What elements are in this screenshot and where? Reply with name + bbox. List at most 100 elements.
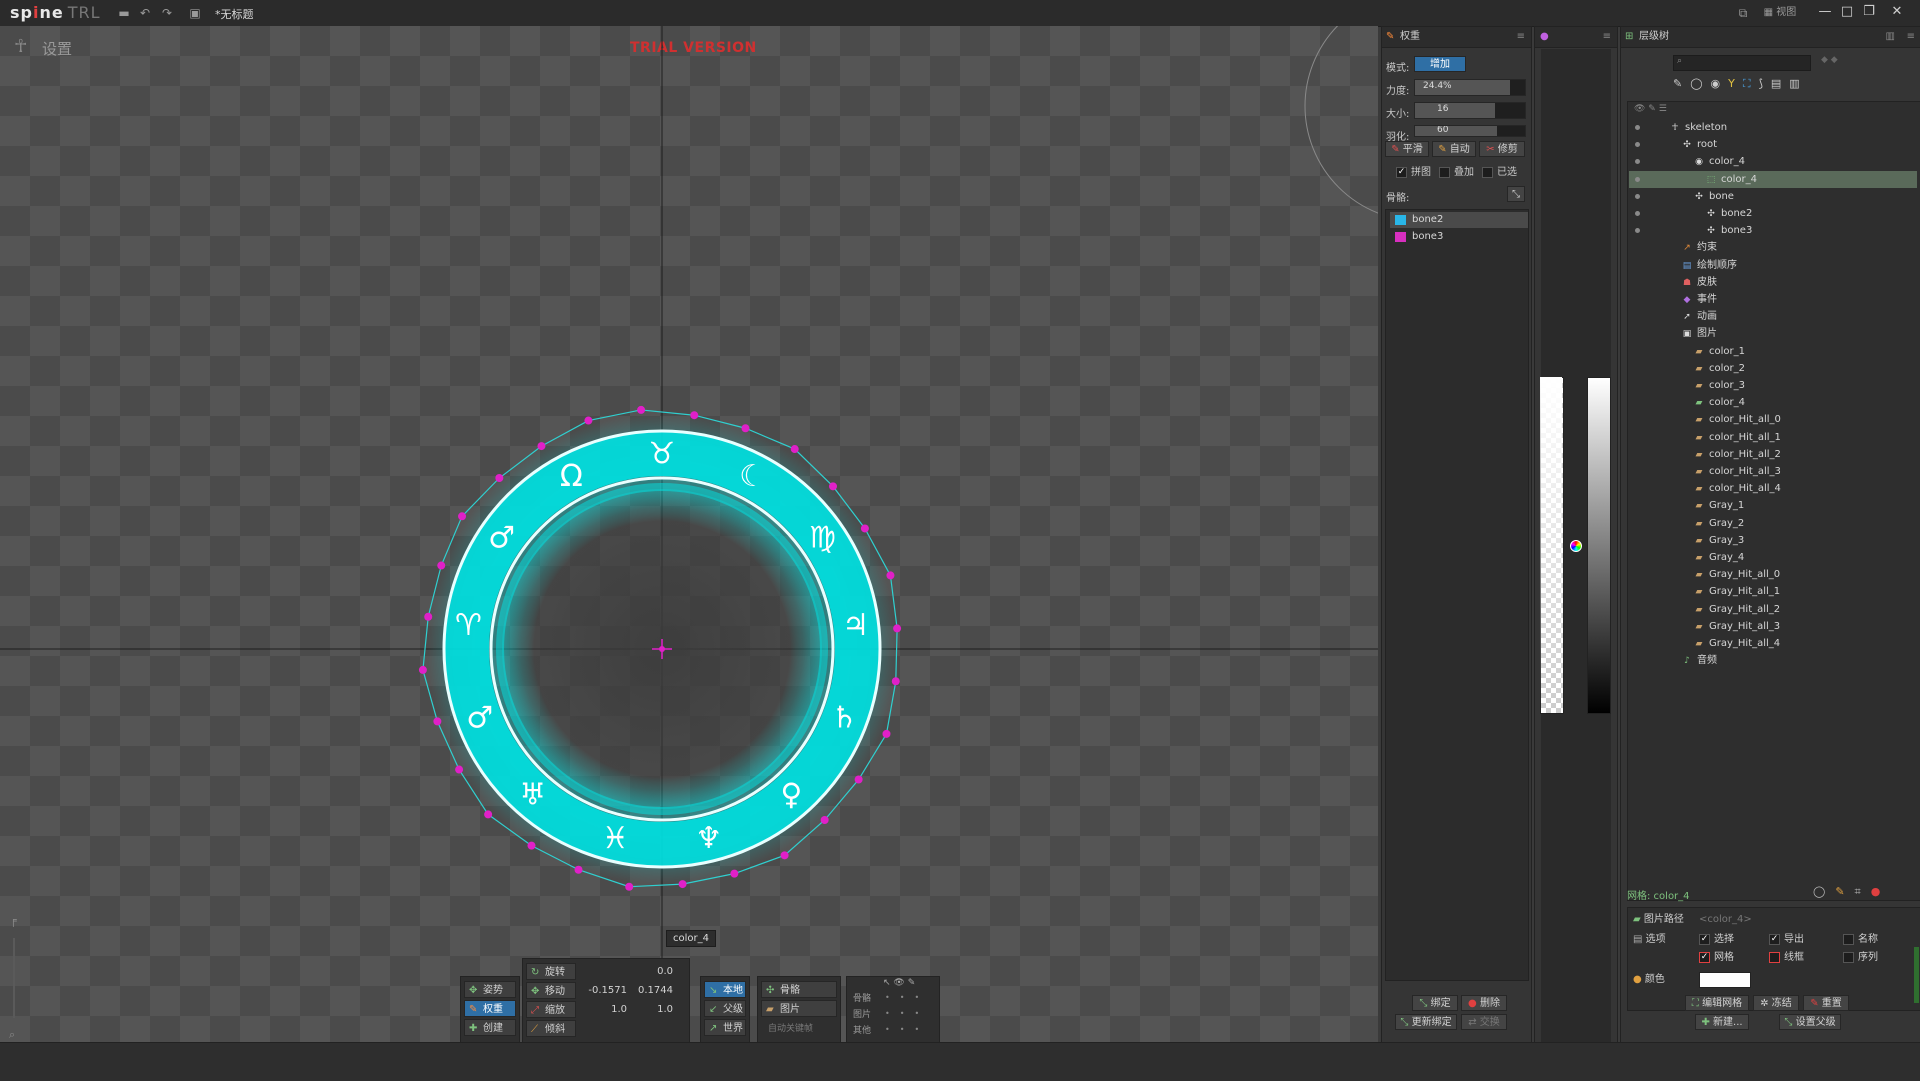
bone-list-item-bone3[interactable]: bone3 [1390,229,1528,245]
filter-slot-icon[interactable]: ◯ [1690,77,1710,90]
mesh-vertex[interactable] [574,865,583,874]
mesh-vertex[interactable] [741,424,750,433]
auto-key-label[interactable]: 自动关键帧 [768,1021,813,1034]
shear-button[interactable]: ⟋ 倾斜 [526,1020,576,1037]
visibility-dot-icon[interactable] [1635,211,1640,216]
tree-item-[interactable]: ♪ 音频 [1681,652,1717,669]
tree-item-gray_hit_all_2[interactable]: ▰ Gray_Hit_all_2 [1693,601,1781,618]
pose-button[interactable]: ✥ 姿势 [464,981,516,998]
restore-layout-icon[interactable]: ⧉ [1736,6,1750,20]
tree-item-[interactable]: ▤ 绘制顺序 [1681,257,1737,274]
mesh-vertex[interactable] [828,482,837,491]
mesh-vertex[interactable] [730,869,739,878]
undo-icon[interactable]: ↶ [138,6,152,20]
maximize-icon[interactable]: □ [1836,2,1858,22]
tree-item-gray_hit_all_1[interactable]: ▰ Gray_Hit_all_1 [1693,583,1781,600]
tree-item-[interactable]: ▣ 图片 [1681,325,1717,342]
visibility-dot-icon[interactable] [1635,125,1640,130]
mesh-vertex[interactable] [433,717,442,726]
freeze-button[interactable]: ✲ 冻结 [1753,995,1799,1011]
mesh-vertex[interactable] [893,624,902,633]
tree-filter-toolbar[interactable]: ✎◯◉Y⛶⟆▤▥ [1673,77,1863,95]
mesh-vertex[interactable] [537,442,546,451]
tree-item-color_1[interactable]: ▰ color_1 [1693,343,1745,360]
mesh-vertex[interactable] [484,810,493,819]
reset-button[interactable]: ✎ 重置 [1803,995,1849,1011]
mesh-vertex[interactable] [690,411,699,420]
mesh-vertex[interactable] [886,571,895,580]
tree-search-input[interactable]: ⌕ [1673,55,1811,71]
filter-eye-icon[interactable]: ◉ [1711,77,1729,90]
compensate-images-button[interactable]: ▰ 图片 [761,1000,837,1017]
vis-select-icon[interactable]: ↖ 👁 ✎ [883,978,915,988]
tree-item-gray_1[interactable]: ▰ Gray_1 [1693,497,1745,514]
tree-item-color_2[interactable]: ▰ color_2 [1693,360,1745,377]
axis-local-button[interactable]: ↘ 本地 [704,981,746,998]
mesh-palette-icon[interactable]: ✎ [1835,885,1854,898]
auto-button[interactable]: ✎ 自动 [1432,141,1476,157]
mesh-vertex[interactable] [418,665,427,674]
panel-menu-icon[interactable]: ≡ [1517,27,1525,47]
vis-images-toggles[interactable]: ••• [885,1009,929,1018]
zoom-icon[interactable]: ⌕ [9,1028,15,1042]
feather-slider[interactable]: 60 [1414,125,1526,137]
mesh-vertex[interactable] [458,512,467,521]
tree-item-color_hit_all_1[interactable]: ▰ color_Hit_all_1 [1693,429,1781,446]
color-cursor-icon[interactable] [1570,540,1582,552]
mesh-vertex[interactable] [437,561,446,570]
filter-constraint-icon[interactable]: Y [1728,77,1743,90]
filter-mesh-icon[interactable]: ⛶ [1743,77,1759,90]
prune-button[interactable]: ✂ 修剪 [1479,141,1525,157]
tree-item-gray_4[interactable]: ▰ Gray_4 [1693,549,1745,566]
redo-icon[interactable]: ↷ [160,6,174,20]
vis-bones-toggles[interactable]: ••• [885,993,929,1002]
swap-button[interactable]: ⇄ 交换 [1461,1014,1507,1030]
translate-x-value[interactable]: -0.1571 [579,982,627,999]
mesh-vertex[interactable] [854,775,863,784]
mesh-vertex[interactable] [455,765,464,774]
tree-item-bone2[interactable]: ✣ bone2 [1705,205,1752,222]
filter-path-icon[interactable]: ⟆ [1759,77,1771,90]
set-parent-button[interactable]: ⤡ 设置父级 [1779,1014,1841,1030]
open-folder-icon[interactable]: ▬ [117,6,131,20]
rotate-value-1[interactable] [579,963,627,980]
tree-item-root[interactable]: ✣ root [1681,136,1717,153]
smooth-button[interactable]: ✎ 平滑 [1385,141,1429,157]
tree-item-bone[interactable]: ✣ bone [1693,188,1734,205]
ruler-icon[interactable]: ╒ [10,914,17,927]
mesh-props-toolbar[interactable]: ◯✎⌗● [1813,885,1890,899]
create-button[interactable]: ✚ 创建 [464,1019,516,1036]
tree-item-gray_2[interactable]: ▰ Gray_2 [1693,515,1745,532]
panel-menu-icon[interactable]: ≡ [1603,27,1611,47]
spine-logo[interactable]: spine TRL [10,3,101,22]
axis-parent-button[interactable]: ↙ 父级 [704,1000,746,1017]
value-slider[interactable] [1587,377,1611,714]
mesh-delete-icon[interactable]: ● [1871,885,1891,898]
tree-item-color_4[interactable]: ▰ color_4 [1693,394,1745,411]
mesh-vertex[interactable] [882,729,891,738]
mesh-vertex[interactable] [891,677,900,686]
tree-item-color_hit_all_3[interactable]: ▰ color_Hit_all_3 [1693,463,1781,480]
option-export-check[interactable]: ✓ 导出 [1769,931,1804,948]
mesh-circle-icon[interactable]: ◯ [1813,885,1835,898]
view-menu-icon[interactable]: ▦ 视图 [1760,6,1800,20]
translate-button[interactable]: ✥ 移动 [526,982,576,999]
visibility-dot-icon[interactable] [1635,176,1640,182]
tree-item-[interactable]: ➚ 动画 [1681,308,1717,325]
option-wireframe-check[interactable]: 线框 [1769,949,1804,966]
rotate-value[interactable]: 0.0 [627,963,673,980]
bind-button[interactable]: ⤡ 绑定 [1412,995,1458,1011]
mesh-pin-icon[interactable]: ⌗ [1855,885,1871,898]
panel-menu-icon[interactable]: ≡ [1907,27,1915,47]
scale-x-value[interactable]: 1.0 [579,1001,627,1018]
tree-item-color_3[interactable]: ▰ color_3 [1693,377,1745,394]
mesh-vertex[interactable] [424,612,433,621]
viewport[interactable]: ☥ 设置 TRIAL VERSION ♉ ☾ ♍ ♃ ♄ ♀ ♆ ♓ ♅ ♂ ♈… [0,26,1378,1042]
mesh-vertex[interactable] [625,882,634,891]
mesh-vertex[interactable] [584,416,593,425]
strength-slider[interactable]: 24.4% [1414,79,1526,96]
mesh-vertex[interactable] [790,445,799,454]
tree-item-gray_hit_all_4[interactable]: ▰ Gray_Hit_all_4 [1693,635,1781,652]
update-bind-button[interactable]: ⤡ 更新绑定 [1395,1014,1457,1030]
mesh-vertex[interactable] [780,851,789,860]
